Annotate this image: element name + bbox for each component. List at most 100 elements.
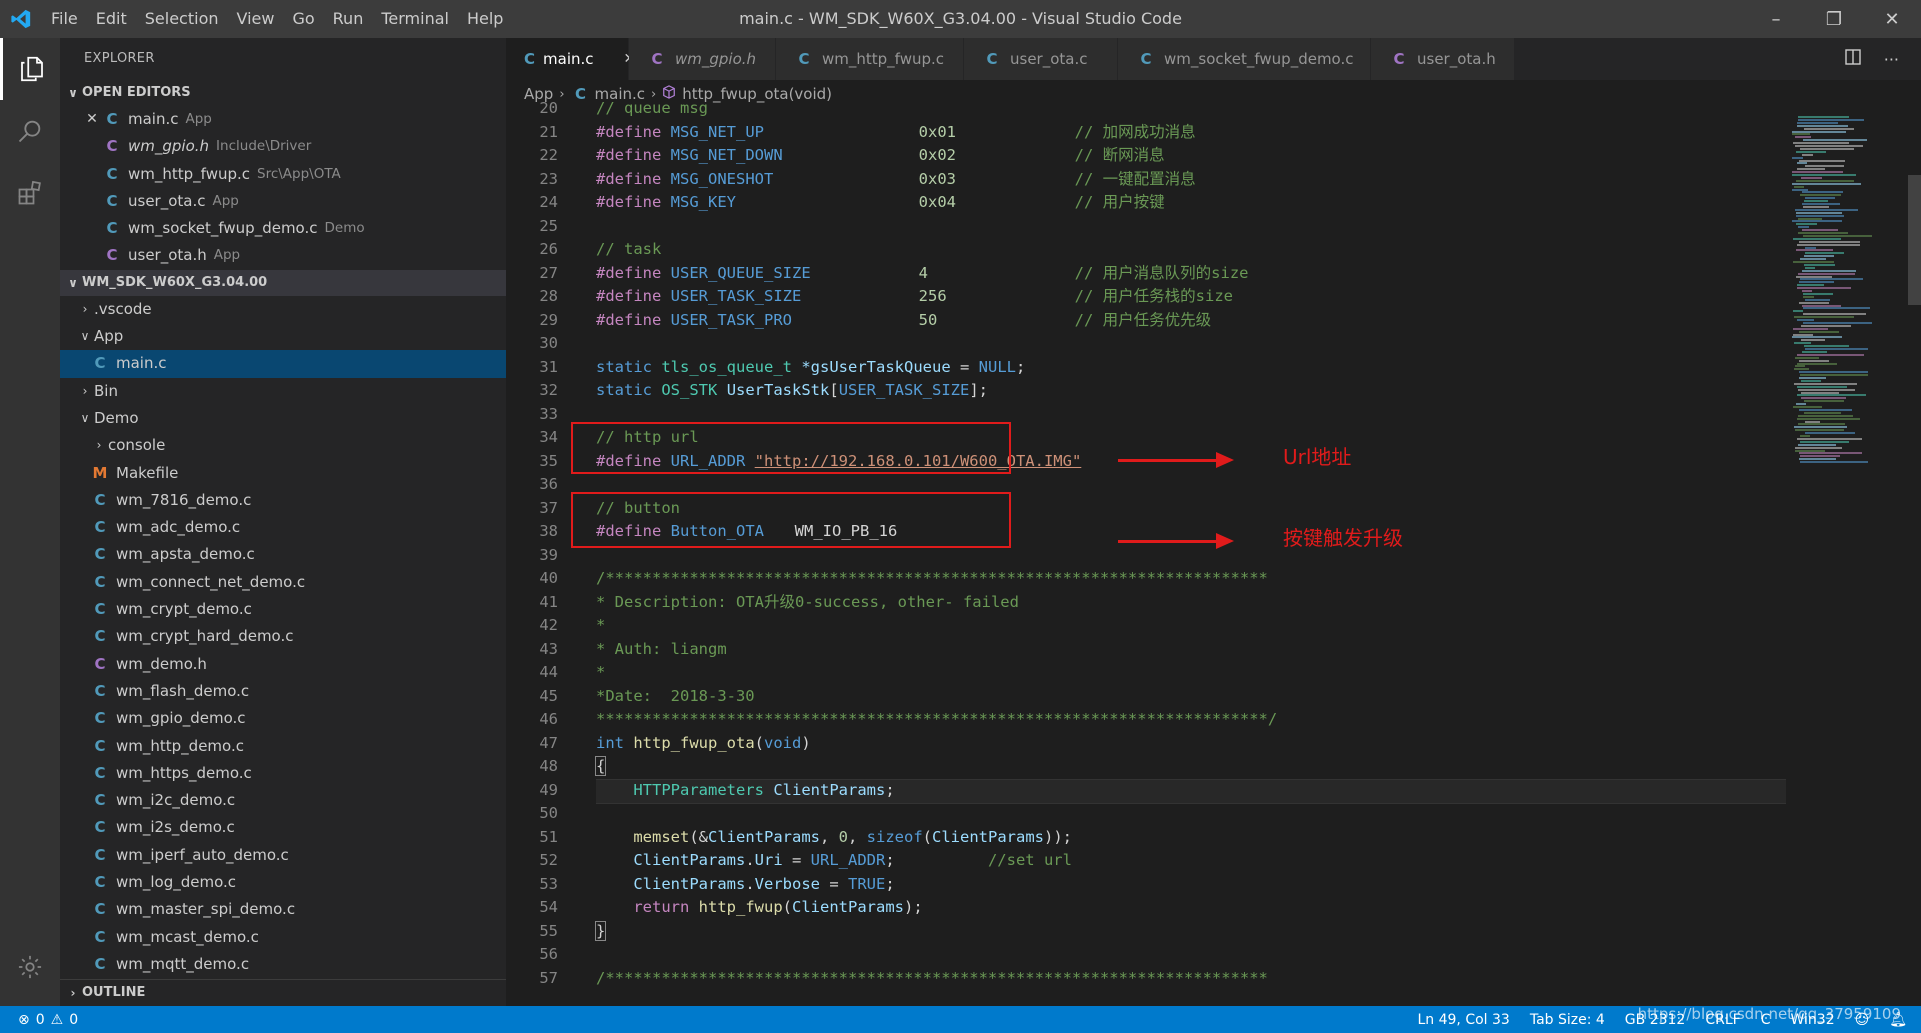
open-editor-item[interactable]: C wm_socket_fwup_demo.c Demo: [60, 215, 506, 242]
open-editor-name: user_ota.h: [128, 246, 207, 265]
close-window-button[interactable]: ✕: [1863, 0, 1921, 38]
code-line: 42 *: [539, 616, 606, 634]
split-editor-icon[interactable]: [1844, 48, 1862, 70]
problems-indicator[interactable]: ⊗ 0 ⚠ 0: [0, 1012, 78, 1028]
minimap-line: [1805, 197, 1835, 200]
tree-file[interactable]: Cwm_https_demo.c: [60, 760, 506, 787]
c-file-icon: C: [94, 736, 106, 755]
minimap-line: [1798, 116, 1849, 118]
scrollbar-thumb[interactable]: [1908, 175, 1921, 305]
tab-wm-http-fwup-c[interactable]: C wm_http_fwup.c: [776, 38, 964, 80]
tree-item-label: wm_flash_demo.c: [116, 681, 250, 700]
tree-file[interactable]: Cwm_i2c_demo.c: [60, 787, 506, 814]
c-file-icon: C: [94, 545, 106, 564]
tree-file[interactable]: Cwm_demo.h: [60, 651, 506, 678]
tree-file[interactable]: Cwm_mqtt_demo.c: [60, 951, 506, 978]
menu-file[interactable]: File: [42, 0, 87, 38]
minimap-line: [1801, 391, 1839, 394]
file-tree: › .vscode ∨ App Cmain.c › Bin ∨ Demo › console M Mak…: [60, 296, 506, 978]
tree-item-label: wm_log_demo.c: [116, 873, 237, 892]
minimap-line: [1797, 168, 1825, 171]
tree-file[interactable]: Cmain.c: [60, 350, 506, 378]
minimize-button[interactable]: –: [1747, 0, 1805, 38]
tree-file[interactable]: Cwm_crypt_demo.c: [60, 596, 506, 623]
open-editor-desc: App: [213, 247, 241, 264]
cursor-position[interactable]: Ln 49, Col 33: [1417, 1012, 1509, 1028]
tree-folder[interactable]: › Bin: [60, 378, 506, 405]
tree-file[interactable]: Cwm_gpio_demo.c: [60, 705, 506, 732]
tab-main-c[interactable]: C main.c ✕: [506, 38, 635, 80]
open-editor-item[interactable]: ✕ C main.c App: [60, 106, 506, 133]
tab-wm-gpio-h[interactable]: C wm_gpio.h: [629, 38, 776, 80]
minimap-line: [1797, 121, 1838, 124]
tree-file[interactable]: Cwm_7816_demo.c: [60, 487, 506, 514]
menu-view[interactable]: View: [228, 0, 284, 38]
tree-file[interactable]: M Makefile: [60, 460, 506, 487]
minimap-line: [1802, 304, 1841, 307]
outline-header[interactable]: › OUTLINE: [60, 979, 506, 1006]
watermark: https://blog.csdn.net/qq_37959109: [1637, 1005, 1901, 1023]
tree-file[interactable]: Cwm_mcast_demo.c: [60, 924, 506, 951]
extensions-icon[interactable]: [0, 162, 60, 224]
tree-item-label: wm_master_spi_demo.c: [116, 900, 296, 919]
menu-go[interactable]: Go: [283, 0, 323, 38]
tree-file[interactable]: Cwm_master_spi_demo.c: [60, 896, 506, 923]
code-line: 48{: [539, 756, 607, 776]
minimap-line: [1802, 203, 1840, 205]
minimap-line: [1800, 435, 1810, 437]
minimap-line: [1797, 353, 1864, 356]
c-file-icon: C: [94, 873, 106, 892]
menu-edit[interactable]: Edit: [87, 0, 136, 38]
tab-wm-socket-fwup-demo-c[interactable]: C wm_socket_fwup_demo.c: [1118, 38, 1371, 80]
minimap-line: [1792, 174, 1856, 176]
tree-folder[interactable]: ∨ Demo: [60, 405, 506, 432]
button-annotation-arrow: [1118, 533, 1234, 549]
minimap-line: [1804, 200, 1828, 203]
restore-button[interactable]: ❐: [1805, 0, 1863, 38]
c-file-icon: C: [986, 50, 998, 68]
minimap[interactable]: [1786, 108, 1906, 1006]
more-actions-icon[interactable]: ···: [1884, 50, 1899, 69]
editor-scrollbar[interactable]: [1906, 108, 1921, 1006]
tree-file[interactable]: Cwm_http_demo.c: [60, 733, 506, 760]
close-icon[interactable]: ✕: [82, 106, 102, 133]
tab-user-ota-c[interactable]: C user_ota.c: [964, 38, 1118, 80]
tree-folder[interactable]: › console: [60, 432, 506, 459]
menu-run[interactable]: Run: [324, 0, 373, 38]
tree-file[interactable]: Cwm_apsta_demo.c: [60, 541, 506, 568]
tree-file[interactable]: Cwm_connect_net_demo.c: [60, 569, 506, 596]
c-file-icon: C: [94, 791, 106, 810]
open-editor-item[interactable]: C user_ota.h App: [60, 242, 506, 269]
tree-item-label: Bin: [94, 381, 118, 400]
tree-file[interactable]: Cwm_log_demo.c: [60, 869, 506, 896]
url-annotation-arrow: [1118, 452, 1234, 468]
tree-folder[interactable]: ∨ App: [60, 323, 506, 350]
error-count: 0: [35, 1011, 45, 1028]
explorer-icon[interactable]: [0, 38, 60, 100]
menu-terminal[interactable]: Terminal: [372, 0, 458, 38]
tab-size[interactable]: Tab Size: 4: [1530, 1012, 1605, 1028]
open-editor-item[interactable]: C wm_gpio.h Include\Driver: [60, 133, 506, 160]
tab-label: user_ota.c: [1010, 50, 1088, 68]
tab-user-ota-h[interactable]: C user_ota.h: [1371, 38, 1515, 80]
open-editors-header[interactable]: ∨ OPEN EDITORS: [60, 80, 506, 106]
search-icon[interactable]: [0, 100, 60, 162]
minimap-line: [1803, 307, 1870, 310]
tree-item-label: wm_demo.h: [116, 654, 207, 673]
tree-file[interactable]: Cwm_iperf_auto_demo.c: [60, 842, 506, 869]
minimap-line: [1792, 156, 1803, 159]
open-editor-name: wm_socket_fwup_demo.c: [128, 219, 318, 238]
tree-file[interactable]: Cwm_crypt_hard_demo.c: [60, 623, 506, 650]
open-editor-item[interactable]: C user_ota.c App: [60, 188, 506, 215]
menu-help[interactable]: Help: [458, 0, 512, 38]
gear-icon[interactable]: [0, 936, 60, 998]
menu-selection[interactable]: Selection: [136, 0, 228, 38]
tree-file[interactable]: Cwm_flash_demo.c: [60, 678, 506, 705]
tree-file[interactable]: Cwm_adc_demo.c: [60, 514, 506, 541]
code-editor[interactable]: 20// queue msg 21 #define MSG_NET_UP 0x01/…: [506, 99, 1786, 1006]
open-editor-item[interactable]: C wm_http_fwup.c Src\App\OTA: [60, 161, 506, 188]
c-file-icon: C: [94, 954, 106, 973]
tree-file[interactable]: Cwm_i2s_demo.c: [60, 814, 506, 841]
tree-folder[interactable]: › .vscode: [60, 296, 506, 323]
workspace-root-header[interactable]: ∨ WM_SDK_W60X_G3.04.00: [60, 269, 506, 296]
